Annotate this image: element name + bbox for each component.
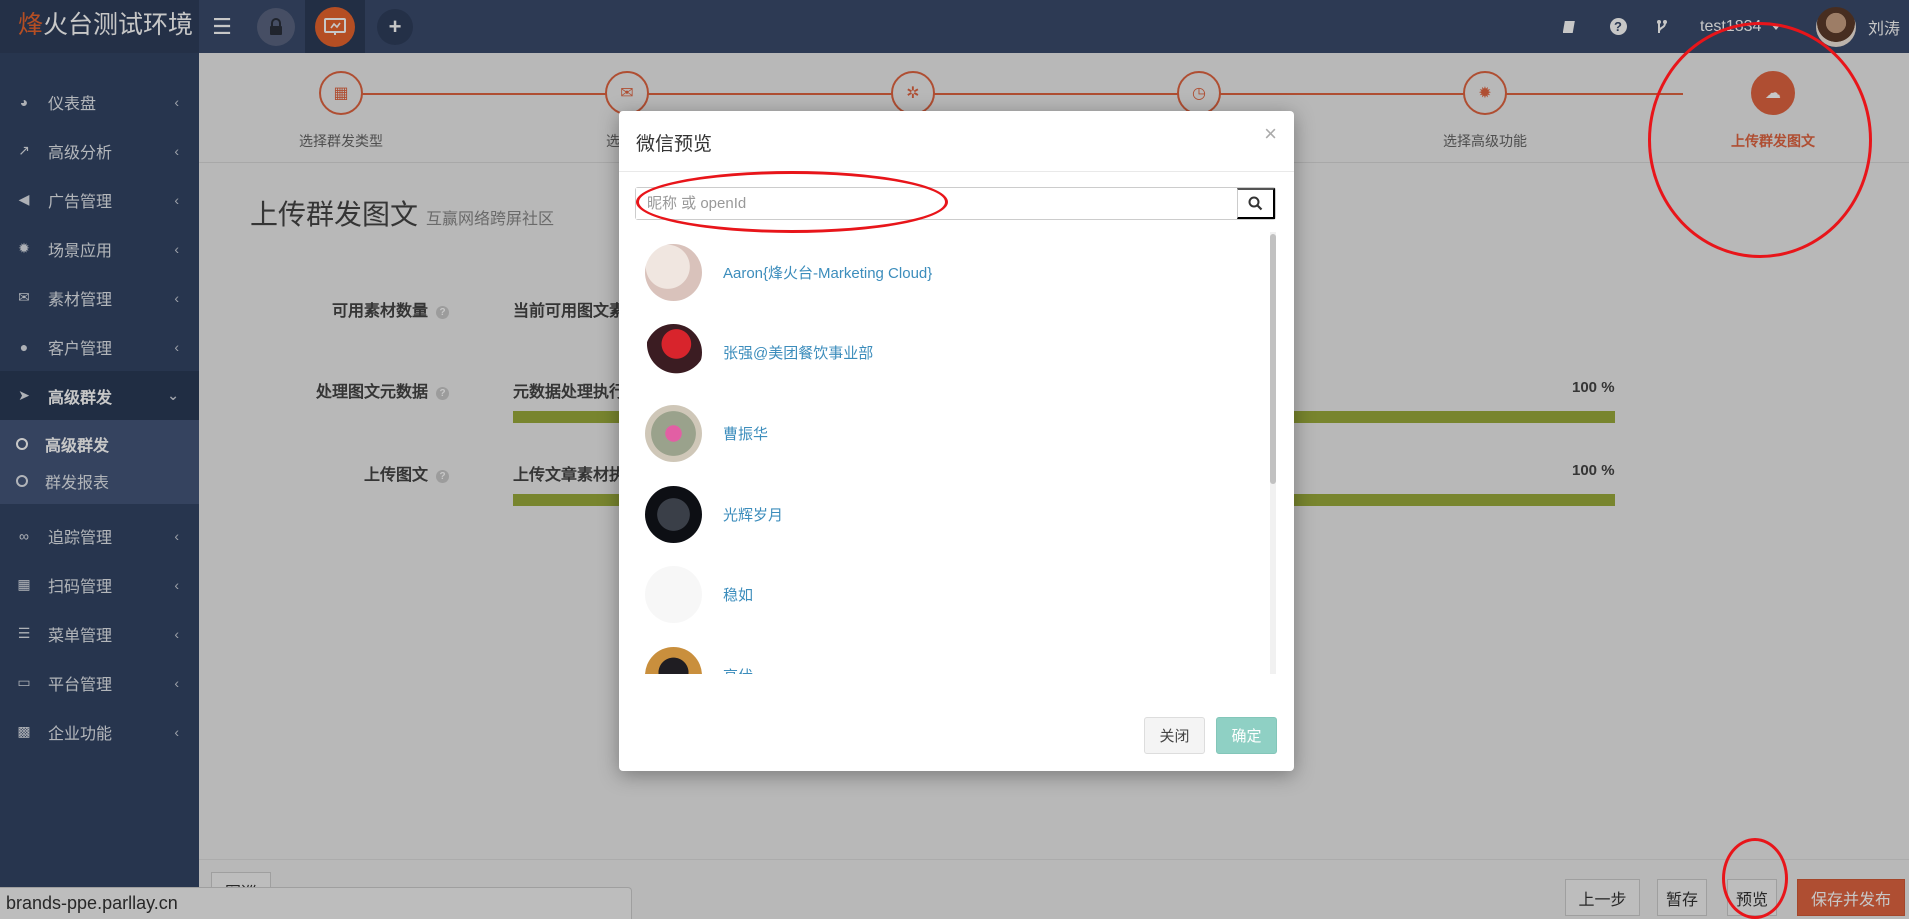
scrollbar-thumb[interactable] bbox=[1270, 234, 1276, 484]
list-item[interactable]: 高伏 bbox=[635, 635, 1262, 674]
wechat-preview-modal: 微信预览 × Aaron{烽火台-Marketing Cloud} 张强@美团餐… bbox=[619, 111, 1294, 771]
list-item[interactable]: 稳如 bbox=[635, 554, 1262, 635]
user-list: Aaron{烽火台-Marketing Cloud} 张强@美团餐饮事业部 曹振… bbox=[635, 232, 1262, 674]
avatar bbox=[645, 324, 702, 382]
modal-title: 微信预览 bbox=[636, 134, 713, 155]
list-item[interactable]: 曹振华 bbox=[635, 393, 1262, 474]
confirm-button[interactable]: 确定 bbox=[1216, 717, 1277, 754]
avatar bbox=[645, 485, 702, 543]
scrollbar[interactable] bbox=[1270, 232, 1276, 674]
avatar bbox=[645, 646, 702, 674]
search-button[interactable] bbox=[1237, 188, 1275, 219]
avatar bbox=[645, 404, 702, 462]
list-item[interactable]: Aaron{烽火台-Marketing Cloud} bbox=[635, 232, 1262, 313]
search-group bbox=[635, 187, 1276, 220]
list-item[interactable]: 光辉岁月 bbox=[635, 474, 1262, 555]
avatar bbox=[645, 566, 702, 624]
close-button[interactable]: 关闭 bbox=[1144, 717, 1205, 754]
search-icon bbox=[1248, 196, 1263, 211]
list-item[interactable]: 张强@美团餐饮事业部 bbox=[635, 313, 1262, 394]
search-input[interactable] bbox=[636, 188, 1237, 219]
divider bbox=[619, 171, 1294, 172]
avatar bbox=[645, 243, 702, 301]
close-icon[interactable]: × bbox=[1264, 121, 1277, 147]
